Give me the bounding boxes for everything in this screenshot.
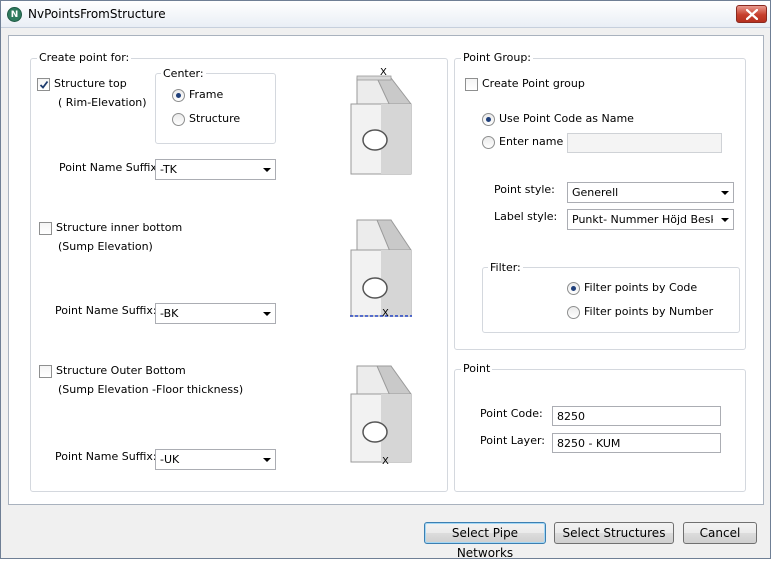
top-marker-x: X bbox=[380, 67, 387, 78]
inner-bottom-suffix-value: -BK bbox=[160, 307, 179, 320]
filter-by-number-label[interactable]: Filter points by Number bbox=[584, 305, 713, 318]
structure-top-checkbox[interactable] bbox=[37, 78, 50, 91]
point-style-label: Point style: bbox=[494, 183, 555, 196]
point-style-value: Generell bbox=[572, 186, 619, 199]
outer-bottom-suffix-label: Point Name Suffix: bbox=[55, 450, 157, 463]
dialog-window: N NvPointsFromStructure Create point for… bbox=[0, 0, 771, 560]
filter-by-code-label[interactable]: Filter points by Code bbox=[584, 281, 697, 294]
create-point-group-checkbox[interactable] bbox=[465, 78, 478, 91]
point-style-dropdown[interactable]: Generell bbox=[567, 182, 734, 203]
dialog-client-area: Create point for: Structure top ( Rim-El… bbox=[8, 35, 764, 505]
point-legend: Point bbox=[461, 362, 493, 375]
chevron-down-icon bbox=[721, 191, 729, 195]
center-structure-radio[interactable] bbox=[172, 113, 185, 126]
center-frame-label[interactable]: Frame bbox=[189, 88, 223, 101]
point-code-value: 8250 bbox=[557, 410, 585, 423]
structure-inner-bottom-sublabel: (Sump Elevation) bbox=[58, 240, 153, 253]
point-layer-label: Point Layer: bbox=[480, 434, 545, 447]
structure-outer-bottom-checkbox[interactable] bbox=[39, 365, 52, 378]
filter-by-number-radio[interactable] bbox=[567, 306, 580, 319]
outer-bottom-suffix-value: -UK bbox=[160, 453, 180, 466]
center-structure-label[interactable]: Structure bbox=[189, 112, 240, 125]
enter-name-label[interactable]: Enter name bbox=[499, 135, 563, 148]
point-code-label: Point Code: bbox=[480, 407, 543, 420]
inner-bottom-suffix-label: Point Name Suffix: bbox=[55, 304, 157, 317]
structure-top-sublabel: ( Rim-Elevation) bbox=[58, 96, 147, 109]
center-frame-radio[interactable] bbox=[172, 89, 185, 102]
inner-bottom-suffix-dropdown[interactable]: -BK bbox=[155, 303, 276, 324]
top-suffix-dropdown[interactable]: -TK bbox=[155, 159, 276, 180]
point-code-input[interactable]: 8250 bbox=[552, 406, 721, 426]
structure-inner-bottom-checkbox[interactable] bbox=[39, 222, 52, 235]
create-point-legend: Create point for: bbox=[37, 51, 132, 64]
create-point-group-label[interactable]: Create Point group bbox=[482, 77, 585, 90]
cancel-button[interactable]: Cancel bbox=[683, 522, 757, 544]
use-point-code-radio[interactable] bbox=[482, 113, 495, 126]
structure-outer-bottom-illustration: X bbox=[349, 360, 413, 471]
filter-group: Filter: bbox=[482, 261, 740, 333]
structure-top-illustration: X bbox=[349, 67, 413, 179]
chevron-down-icon bbox=[263, 168, 271, 172]
close-icon bbox=[746, 9, 758, 20]
top-suffix-label: Point Name Suffix: bbox=[59, 161, 161, 174]
inner-bottom-marker-x: X bbox=[382, 308, 389, 319]
label-style-value: Punkt- Nummer Höjd Beskrivning bbox=[572, 213, 713, 226]
filter-by-code-radio[interactable] bbox=[567, 282, 580, 295]
center-legend: Center: bbox=[161, 67, 206, 80]
structure-inner-bottom-label[interactable]: Structure inner bottom bbox=[56, 221, 182, 234]
enter-name-radio[interactable] bbox=[482, 136, 495, 149]
structure-inner-bottom-illustration: X bbox=[349, 216, 413, 325]
filter-legend: Filter: bbox=[488, 261, 523, 274]
top-suffix-value: -TK bbox=[160, 163, 177, 176]
chevron-down-icon bbox=[721, 218, 729, 222]
point-group-legend: Point Group: bbox=[461, 51, 534, 64]
structure-top-label[interactable]: Structure top bbox=[54, 77, 127, 90]
outer-bottom-suffix-dropdown[interactable]: -UK bbox=[155, 449, 276, 470]
outer-bottom-marker-x: X bbox=[382, 456, 389, 467]
chevron-down-icon bbox=[263, 458, 271, 462]
point-layer-input[interactable]: 8250 - KUM bbox=[552, 433, 721, 453]
window-title: NvPointsFromStructure bbox=[28, 7, 166, 21]
use-point-code-label[interactable]: Use Point Code as Name bbox=[499, 112, 634, 125]
chevron-down-icon bbox=[263, 312, 271, 316]
select-structures-button[interactable]: Select Structures bbox=[554, 522, 674, 544]
title-bar[interactable]: N NvPointsFromStructure bbox=[1, 1, 770, 28]
radio-dot-icon bbox=[571, 286, 576, 291]
checkmark-icon bbox=[39, 80, 49, 89]
label-style-label: Label style: bbox=[494, 210, 558, 223]
structure-outer-bottom-label[interactable]: Structure Outer Bottom bbox=[56, 364, 186, 377]
point-group-box: Point bbox=[454, 362, 746, 492]
app-icon: N bbox=[7, 7, 22, 22]
structure-outer-bottom-sublabel: (Sump Elevation -Floor thickness) bbox=[58, 383, 244, 396]
enter-name-input[interactable] bbox=[567, 133, 722, 153]
center-group: Center: bbox=[155, 67, 276, 144]
select-pipe-networks-button[interactable]: Select Pipe Networks bbox=[424, 522, 546, 560]
label-style-dropdown[interactable]: Punkt- Nummer Höjd Beskrivning bbox=[567, 209, 734, 230]
close-button[interactable] bbox=[736, 5, 767, 23]
radio-dot-icon bbox=[486, 117, 491, 122]
point-layer-value: 8250 - KUM bbox=[557, 437, 621, 450]
radio-dot-icon bbox=[176, 93, 181, 98]
